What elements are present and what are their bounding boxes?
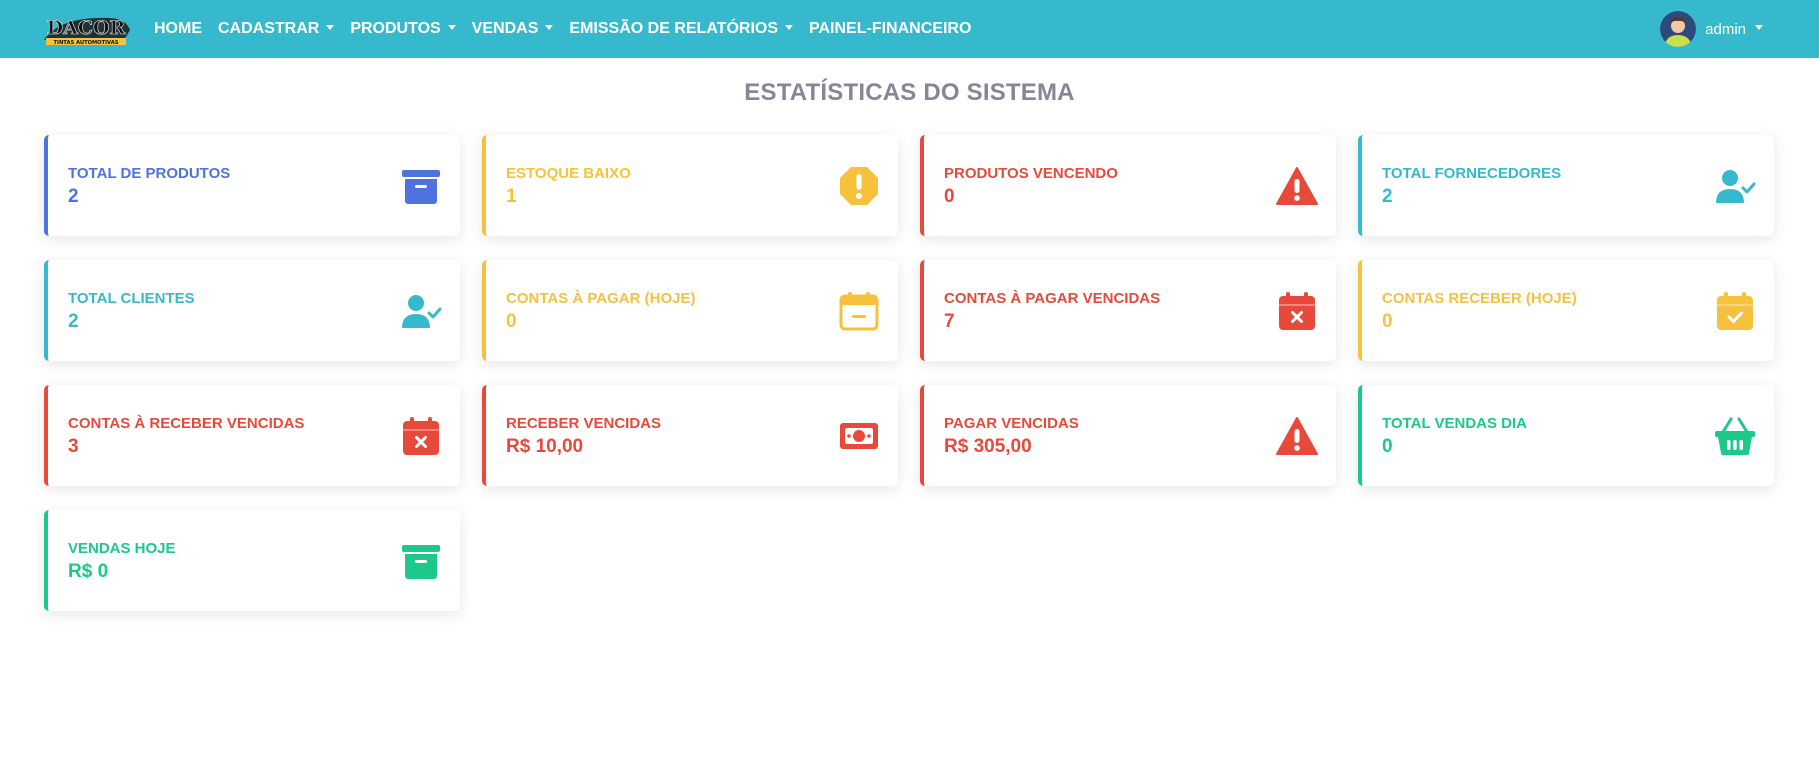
stat-card-pagar-vencidas[interactable]: PAGAR VENCIDAS R$ 305,00 xyxy=(920,385,1336,486)
calendar-times-icon xyxy=(1276,290,1318,332)
stat-card-contas-a-pagar-vencidas[interactable]: CONTAS À PAGAR VENCIDAS 7 xyxy=(920,260,1336,361)
stat-card-total-clientes[interactable]: TOTAL CLIENTES 2 xyxy=(44,260,460,361)
nav-item-produtos[interactable]: PRODUTOS xyxy=(350,20,456,38)
stat-card-label: CONTAS À RECEBER VENCIDAS xyxy=(68,415,305,432)
stat-card-label: ESTOQUE BAIXO xyxy=(506,165,631,182)
stat-card-contas-receber-hoje[interactable]: CONTAS RECEBER (HOJE) 0 xyxy=(1358,260,1774,361)
stat-card-vendas-hoje[interactable]: VENDAS HOJE R$ 0 xyxy=(44,510,460,611)
stat-card-value: 2 xyxy=(68,311,79,332)
chevron-down-icon xyxy=(1755,24,1763,30)
top-navbar: DACOR TINTAS AUTOMOTIVAS HOME CADASTRAR PR… xyxy=(0,0,1819,58)
stat-card-estoque-baixo[interactable]: ESTOQUE BAIXO 1 xyxy=(482,135,898,236)
nav-item-home[interactable]: HOME xyxy=(154,20,202,38)
user-avatar[interactable] xyxy=(1660,11,1697,47)
stat-card-value: 3 xyxy=(68,436,79,457)
main-menu: HOME CADASTRAR PRODUTOS VENDAS EMISSÃO DE RE… xyxy=(154,0,987,58)
stat-card-value: 0 xyxy=(944,186,955,207)
page-title: ESTATÍSTICAS DO SISTEMA xyxy=(744,79,1075,106)
nav-item-cadastrar[interactable]: CADASTRAR xyxy=(218,20,335,38)
avatar-icon xyxy=(1660,11,1697,47)
dacor-logo-icon: DACOR TINTAS AUTOMOTIVAS xyxy=(44,17,130,46)
stat-card-label: CONTAS À PAGAR VENCIDAS xyxy=(944,290,1161,307)
stat-card-value: 2 xyxy=(68,186,79,207)
warning-triangle-icon xyxy=(1276,165,1318,207)
stat-card-contas-a-receber-vencidas[interactable]: CONTAS À RECEBER VENCIDAS 3 xyxy=(44,385,460,486)
brand-logo[interactable]: DACOR TINTAS AUTOMOTIVAS xyxy=(40,10,132,48)
stat-card-label: CONTAS RECEBER (HOJE) xyxy=(1382,290,1577,307)
nav-item-label: HOME xyxy=(154,20,202,37)
stat-card-value: 0 xyxy=(506,311,517,332)
stat-card-label: TOTAL FORNECEDORES xyxy=(1382,165,1562,182)
stat-card-value: 7 xyxy=(944,311,955,332)
stat-card-label: TOTAL CLIENTES xyxy=(68,290,195,307)
nav-item-vendas[interactable]: VENDAS xyxy=(472,20,554,38)
stat-card-contas-a-pagar-hoje[interactable]: CONTAS À PAGAR (HOJE) 0 xyxy=(482,260,898,361)
stat-card-label: CONTAS À PAGAR (HOJE) xyxy=(506,290,696,307)
calendar-check-icon xyxy=(1714,290,1756,332)
stat-card-value: R$ 10,00 xyxy=(506,436,584,457)
chevron-down-icon xyxy=(785,24,794,30)
warning-triangle-icon xyxy=(1276,415,1318,457)
shopping-basket-icon xyxy=(1714,415,1756,457)
nav-item-painel-financeiro[interactable]: PAINEL-FINANCEIRO xyxy=(809,20,971,38)
stat-card-value: R$ 305,00 xyxy=(944,436,1032,457)
stat-card-receber-vencidas[interactable]: RECEBER VENCIDAS R$ 10,00 xyxy=(482,385,898,486)
chevron-down-icon xyxy=(447,24,456,30)
stat-card-label: TOTAL VENDAS DIA xyxy=(1382,415,1528,432)
chevron-down-icon xyxy=(326,24,335,30)
svg-text:DACOR: DACOR xyxy=(47,17,126,39)
user-check-icon xyxy=(1714,165,1756,207)
stat-card-total-fornecedores[interactable]: TOTAL FORNECEDORES 2 xyxy=(1358,135,1774,236)
exclamation-octagon-icon xyxy=(838,165,880,207)
stat-card-value: 2 xyxy=(1382,186,1393,207)
stat-card-label: VENDAS HOJE xyxy=(68,540,176,557)
archive-icon xyxy=(400,540,442,582)
stat-card-value: R$ 0 xyxy=(68,561,109,582)
stat-card-value: 1 xyxy=(506,186,517,207)
nav-item-emiss-o-de-relat-rios[interactable]: EMISSÃO DE RELATÓRIOS xyxy=(569,20,794,38)
user-check-icon xyxy=(400,290,442,332)
stat-card-total-de-produtos[interactable]: TOTAL DE PRODUTOS 2 xyxy=(44,135,460,236)
user-name[interactable]: admin xyxy=(1705,21,1746,38)
archive-icon xyxy=(400,165,442,207)
stat-card-label: PAGAR VENCIDAS xyxy=(944,415,1079,432)
nav-item-label: VENDAS xyxy=(471,20,539,37)
stat-card-value: 0 xyxy=(1382,436,1393,457)
svg-text:TINTAS AUTOMOTIVAS: TINTAS AUTOMOTIVAS xyxy=(54,40,119,46)
nav-item-label: CADASTRAR xyxy=(218,20,320,37)
calendar-times-icon xyxy=(400,415,442,457)
nav-item-label: PAINEL-FINANCEIRO xyxy=(809,20,972,37)
stat-card-label: TOTAL DE PRODUTOS xyxy=(68,165,231,182)
nav-item-label: EMISSÃO DE RELATÓRIOS xyxy=(569,20,779,37)
stat-card-label: RECEBER VENCIDAS xyxy=(506,415,662,432)
money-bill-icon xyxy=(838,415,880,457)
stat-card-label: PRODUTOS VENCENDO xyxy=(944,165,1118,182)
stat-card-total-vendas-dia[interactable]: TOTAL VENDAS DIA 0 xyxy=(1358,385,1774,486)
calendar-minus-icon xyxy=(838,290,880,332)
nav-item-label: PRODUTOS xyxy=(350,20,441,37)
chevron-down-icon xyxy=(545,24,554,30)
user-menu[interactable]: admin xyxy=(1660,10,1763,48)
stat-card-value: 0 xyxy=(1382,311,1393,332)
stat-card-produtos-vencendo[interactable]: PRODUTOS VENCENDO 0 xyxy=(920,135,1336,236)
